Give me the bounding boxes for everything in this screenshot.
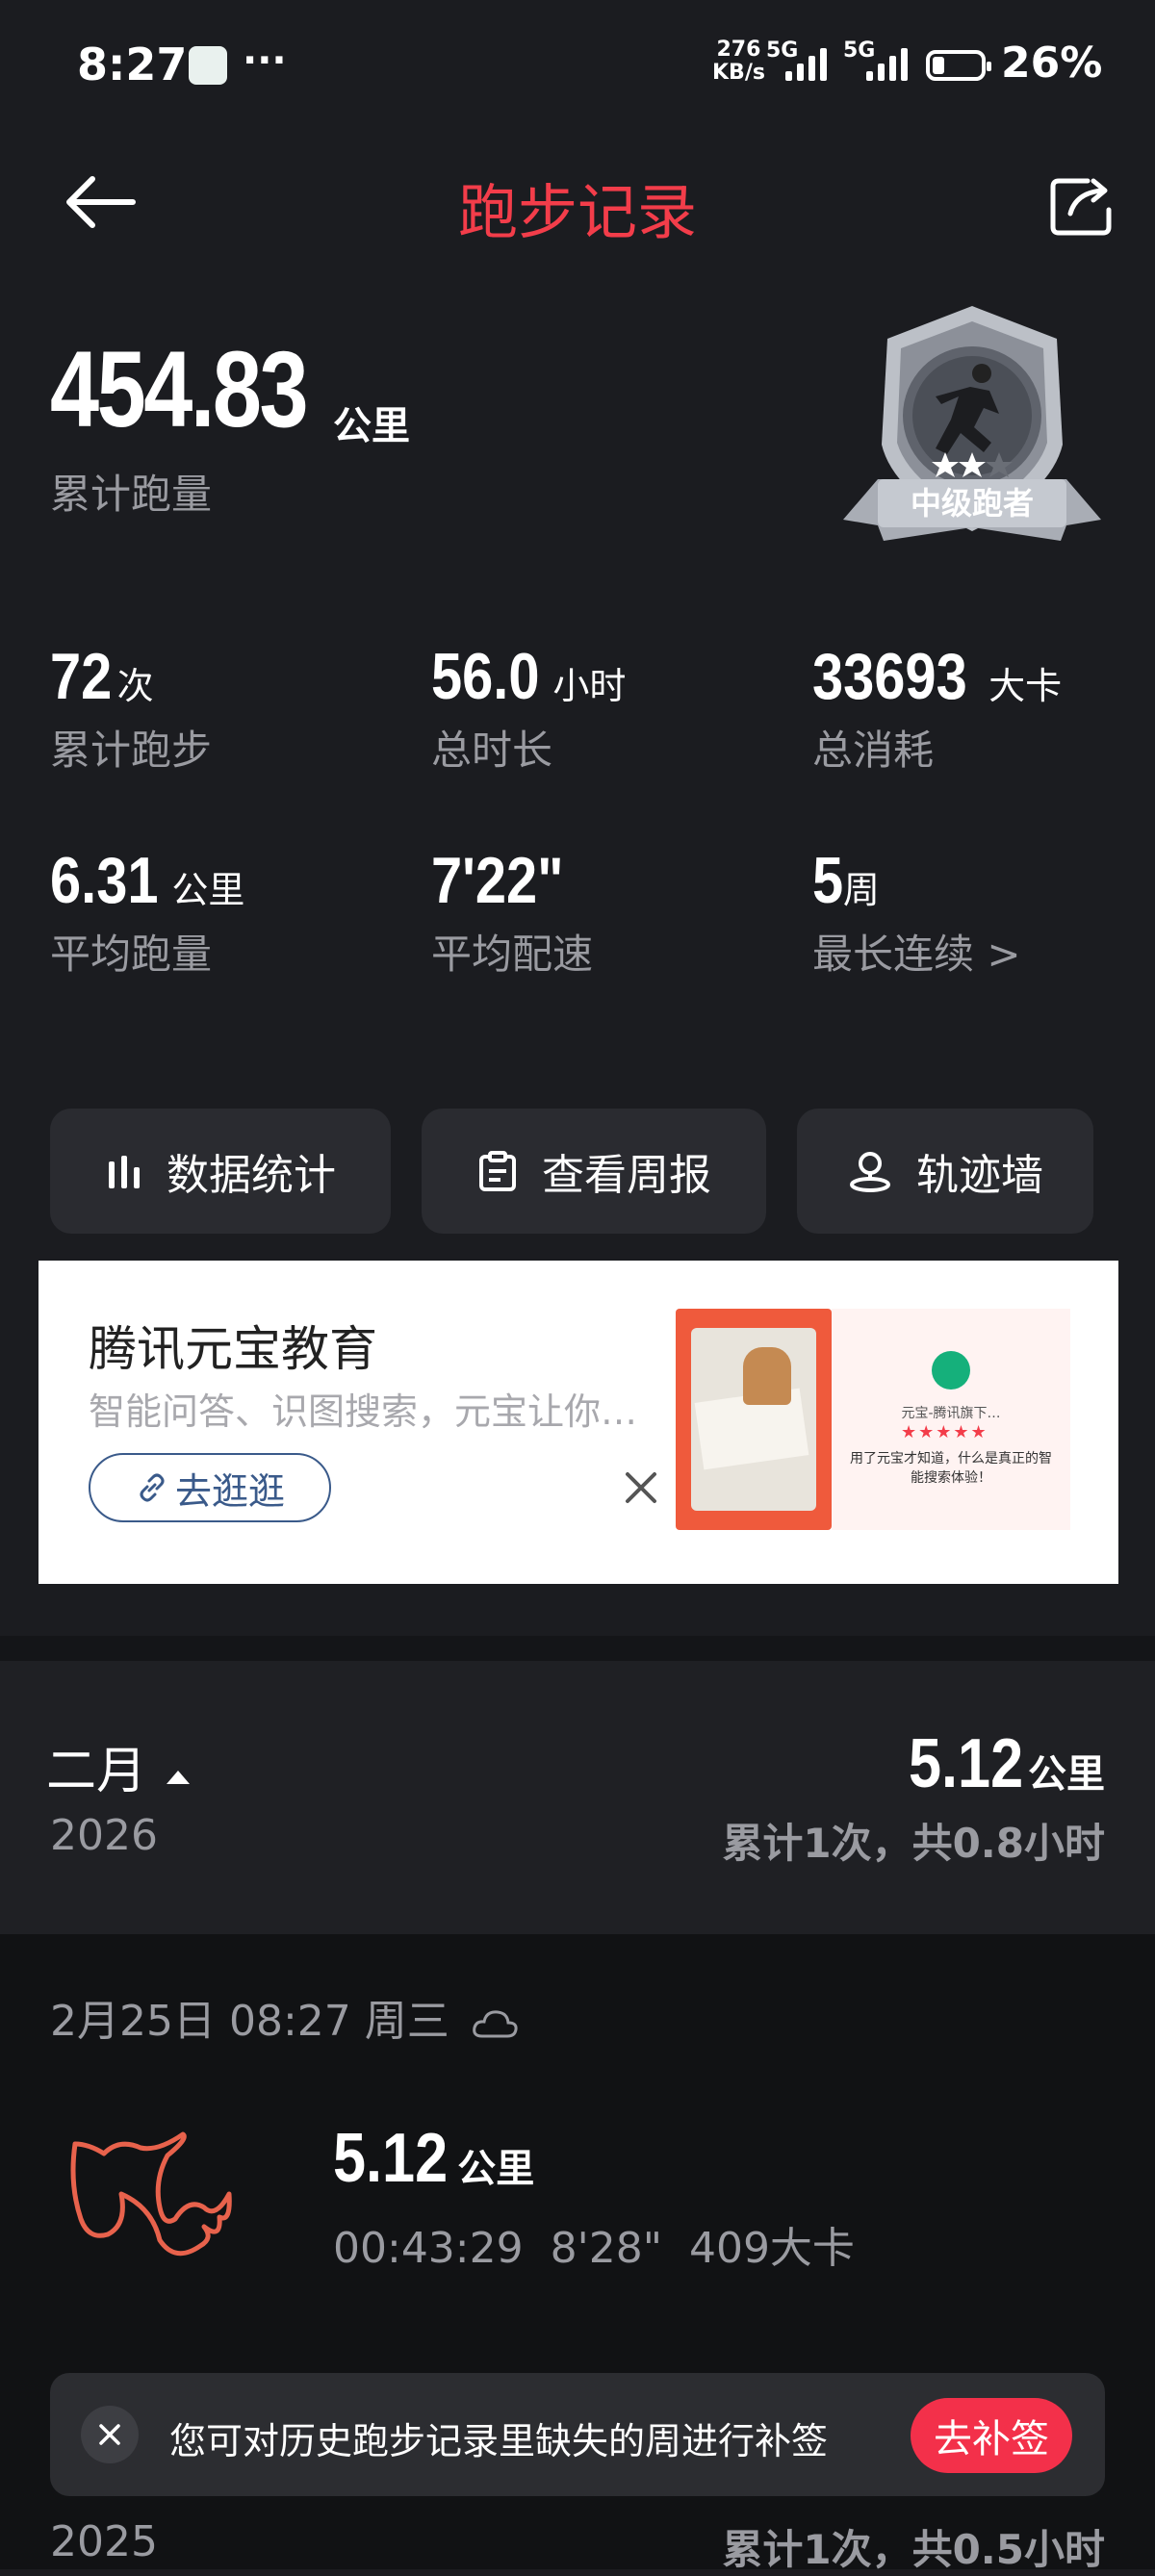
track-wall-label: 轨迹墙 [916,1151,1043,1200]
month-year: 2026 [50,1811,158,1860]
total-distance-unit: 公里 [333,404,410,448]
ad-image-photo [676,1309,832,1530]
stat-average-pace: 7'22" 平均配速 [431,844,594,978]
signal-strength-icon [785,48,827,81]
track-wall-button[interactable]: 轨迹墙 [797,1109,1093,1234]
clipboard-icon [479,1151,516,1191]
ad-subtitle: 智能问答、识图搜索，元宝让你… [89,1390,638,1433]
page-title: 跑步记录 [457,177,697,247]
app-notification-icon [189,46,227,85]
ad-card-title: 元宝-腾讯旗下… [901,1406,1001,1421]
location-pin-icon [850,1152,890,1192]
run-metrics: 00:43:29 8'28" 409大卡 [333,2213,855,2275]
rating-stars-icon: ★★★★★ [901,1422,988,1442]
ad-title: 腾讯元宝教育 [89,1321,377,1377]
close-icon[interactable] [620,1467,662,1509]
route-map-thumbnail [70,2131,232,2257]
month-selector[interactable]: 二月 [46,1730,193,1802]
makeup-checkin-toast: 您可对历史跑步记录里缺失的周进行补签 去补签 [50,2373,1105,2496]
data-statistics-label: 数据统计 [167,1151,336,1200]
stat-run-count: 72 次 累计跑步 [50,640,213,774]
run-distance: 5.12 公里 [333,2120,535,2197]
status-bar: 8:27 ··· 276 KB/s 5G 5G 26% [0,0,1155,135]
month-distance: 5.12 公里 [908,1725,1105,1802]
bar-chart-icon [109,1156,140,1188]
status-time: 8:27 [77,38,188,90]
share-icon[interactable] [1049,171,1118,237]
month-summary[interactable]: 二月 2026 5.12 公里 累计1次，共0.8小时 [0,1661,1155,1934]
stat-total-calories: 33693 大卡 总消耗 [812,640,1063,774]
ad-card-text: 用了元宝才知道，什么是真正的智能搜索体验！ [850,1451,1052,1486]
ad-visit-button[interactable]: 去逛逛 [89,1453,331,1522]
caret-up-icon [166,1771,190,1784]
month-run-summary: 累计1次，共0.8小时 [722,1820,1105,1867]
data-statistics-button[interactable]: 数据统计 [50,1109,391,1234]
stat-total-duration: 56.0 小时 总时长 [431,640,627,774]
toast-message: 您可对历史跑步记录里缺失的周进行补签 [169,2420,829,2462]
prev-month-year: 2025 [50,2517,158,2566]
stat-longest-streak[interactable]: 5周 最长连续 > [812,843,1155,981]
cloud-icon [472,2010,518,2038]
close-icon [99,2424,120,2445]
more-notifications-icon: ··· [243,38,287,83]
ad-image-card: 元宝-腾讯旗下… ★★★★★ 用了元宝才知道，什么是真正的智能搜索体验！ [832,1309,1070,1530]
run-date: 2月25日 08:27 周三 [50,1986,519,2048]
link-icon [140,1473,165,1502]
battery-icon [926,50,991,81]
badge-label: 中级跑者 [911,485,1034,522]
network-speed: 276 KB/s [712,38,765,85]
stat-average-distance: 6.31 公里 平均跑量 [50,844,245,978]
toast-close-button[interactable] [81,2406,139,2463]
total-distance-value: 454.83 [50,329,309,449]
ad-visit-label: 去逛逛 [174,1469,285,1513]
weekly-report-button[interactable]: 查看周报 [422,1109,766,1234]
prev-month-summary: 累计1次，共0.5小时 [722,2526,1105,2573]
battery-percent: 26% [1001,38,1103,88]
signal-strength-icon [866,48,908,81]
weekly-report-label: 查看周报 [542,1151,711,1200]
section-divider [0,1636,1155,1661]
run-calories: 409大卡 [688,2224,855,2273]
run-duration: 00:43:29 [333,2224,524,2273]
total-distance-label: 累计跑量 [50,471,213,518]
ad-banner[interactable]: 腾讯元宝教育 智能问答、识图搜索，元宝让你… 去逛逛 元宝-腾讯旗下… ★★★★… [38,1261,1118,1584]
run-pace: 8'28" [550,2224,662,2273]
runner-level-badge[interactable]: 中级跑者 [839,300,1105,550]
makeup-checkin-button[interactable]: 去补签 [911,2398,1072,2473]
